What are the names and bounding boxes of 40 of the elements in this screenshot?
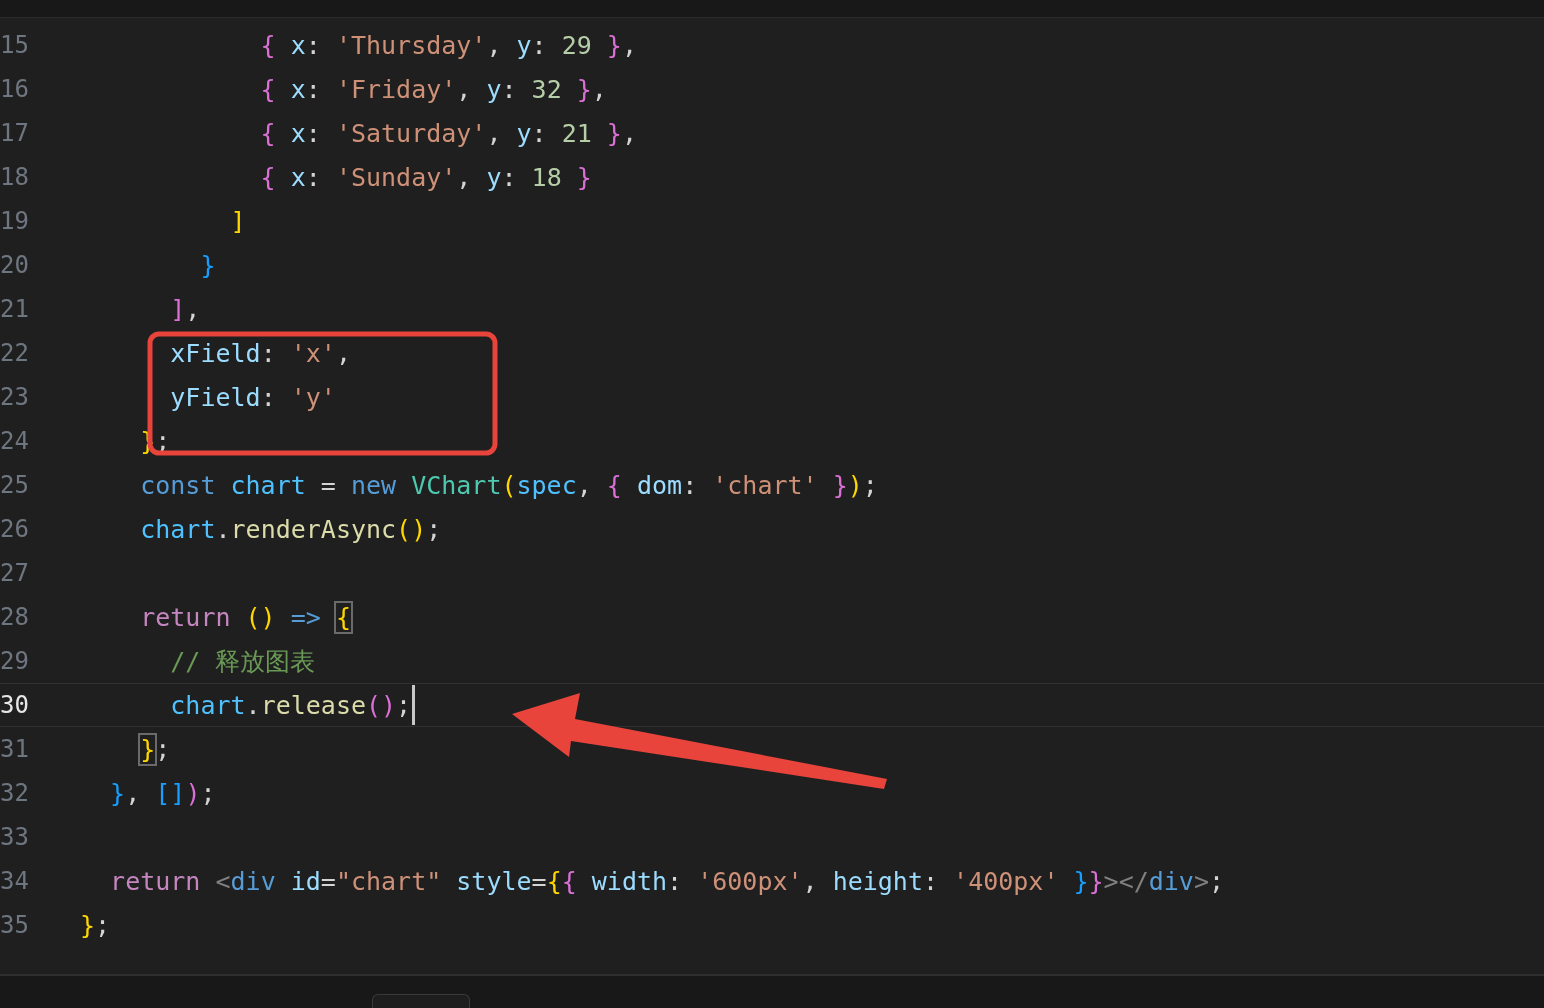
code-line: xField: 'x', (169, 338, 351, 368)
code-line: { x: 'Saturday', y: 21 }, (259, 118, 637, 148)
line-number: 21 (0, 295, 30, 323)
line-number: 18 (0, 163, 30, 191)
line-number: 34 (0, 867, 30, 895)
line-number: 28 (0, 603, 30, 631)
text-cursor (412, 685, 416, 725)
code-line: { x: 'Friday', y: 32 }, (259, 74, 607, 104)
line-number: 29 (0, 647, 30, 675)
code-line: { x: 'Thursday', y: 29 }, (259, 30, 637, 60)
code-line: return () => { (139, 602, 351, 632)
line-number: 15 (0, 31, 30, 59)
code-line: { x: 'Sunday', y: 18 } (259, 162, 592, 192)
code-line: }, []); (109, 778, 216, 808)
line-number: 19 (0, 207, 30, 235)
line-number: 16 (0, 75, 30, 103)
code-line: chart.renderAsync(); (139, 514, 442, 544)
line-number: 35 (0, 911, 30, 939)
code-line: yField: 'y' (169, 382, 336, 412)
line-number: 24 (0, 427, 30, 455)
line-number: 25 (0, 471, 30, 499)
code-line: // 释放图表 (169, 645, 316, 678)
line-number: 23 (0, 383, 30, 411)
code-line: ] (229, 206, 246, 236)
code-line: const chart = new VChart(spec, { dom: 'chart' }); (139, 470, 878, 500)
line-number: 22 (0, 339, 30, 367)
code-line: }; (80, 910, 111, 940)
line-number: 31 (0, 735, 30, 763)
line-number: 26 (0, 515, 30, 543)
line-number: 27 (0, 559, 30, 587)
line-number: 20 (0, 251, 30, 279)
line-number: 33 (0, 823, 30, 851)
code-line: } (199, 250, 216, 280)
code-line: chart.release(); (169, 690, 412, 720)
line-number: 17 (0, 119, 30, 147)
code-line: ], (169, 294, 201, 324)
code-line: }; (139, 734, 171, 764)
line-number: 30 (0, 691, 30, 719)
line-number: 32 (0, 779, 30, 807)
code-line: return <div id="chart" style={{ width: '600px', height: '400px' }}></div>; (109, 866, 1225, 896)
